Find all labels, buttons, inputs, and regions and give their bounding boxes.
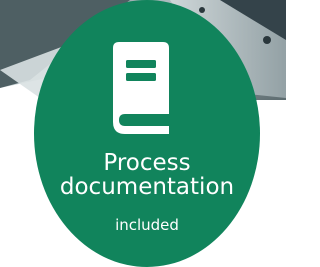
badge-title-line-1: Process (103, 150, 191, 176)
badge-title-line-2: documentation (59, 174, 235, 200)
book-icon (113, 42, 169, 134)
badge-subtitle: included (115, 216, 179, 234)
